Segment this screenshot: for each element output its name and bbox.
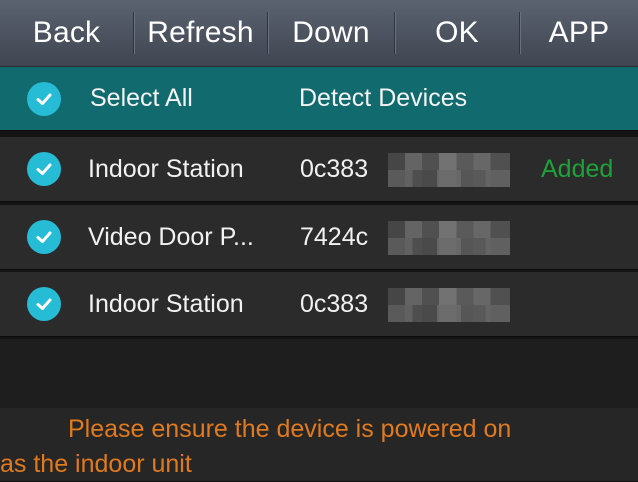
device-status-added: Added (541, 154, 614, 183)
down-button[interactable]: Down (268, 0, 394, 66)
select-all-label: Select All (90, 84, 193, 112)
device-name: Indoor Station (88, 154, 244, 183)
app-button[interactable]: APP (520, 0, 638, 66)
back-button[interactable]: Back (0, 0, 133, 66)
serial-redaction-mask (388, 221, 510, 255)
select-all-row[interactable]: Select All Detect Devices (0, 67, 638, 131)
device-serial: 0c383 (300, 154, 369, 183)
top-toolbar: Back Refresh Down OK APP (0, 0, 638, 67)
refresh-button[interactable]: Refresh (134, 0, 267, 66)
notice-line-2: as the indoor unit (0, 450, 192, 478)
device-row[interactable]: Indoor Station 0c383 (0, 272, 638, 337)
empty-list-area (0, 339, 638, 408)
checkmark-icon (36, 93, 52, 105)
checkmark-icon (36, 231, 52, 243)
device-row[interactable]: Indoor Station 0c383 Added (0, 137, 638, 202)
power-notice: Please ensure the device is powered on a… (0, 408, 638, 481)
checkmark-icon (36, 163, 52, 175)
device-serial: 7424c (300, 222, 369, 251)
serial-redaction-mask (388, 288, 510, 322)
device-name: Indoor Station (88, 289, 244, 318)
serial-redaction-mask (388, 153, 510, 187)
device-checkbox[interactable] (27, 152, 61, 186)
notice-line-1: Please ensure the device is powered on (68, 415, 512, 443)
detect-devices-header: Detect Devices (299, 84, 468, 112)
checkmark-icon (36, 298, 52, 310)
device-serial: 0c383 (300, 289, 369, 318)
select-all-checkbox[interactable] (27, 81, 61, 116)
device-checkbox[interactable] (27, 287, 61, 321)
device-row[interactable]: Video Door P... 7424c (0, 205, 638, 270)
device-name: Video Door P... (88, 222, 254, 251)
ok-button[interactable]: OK (395, 0, 519, 66)
device-checkbox[interactable] (27, 220, 61, 254)
